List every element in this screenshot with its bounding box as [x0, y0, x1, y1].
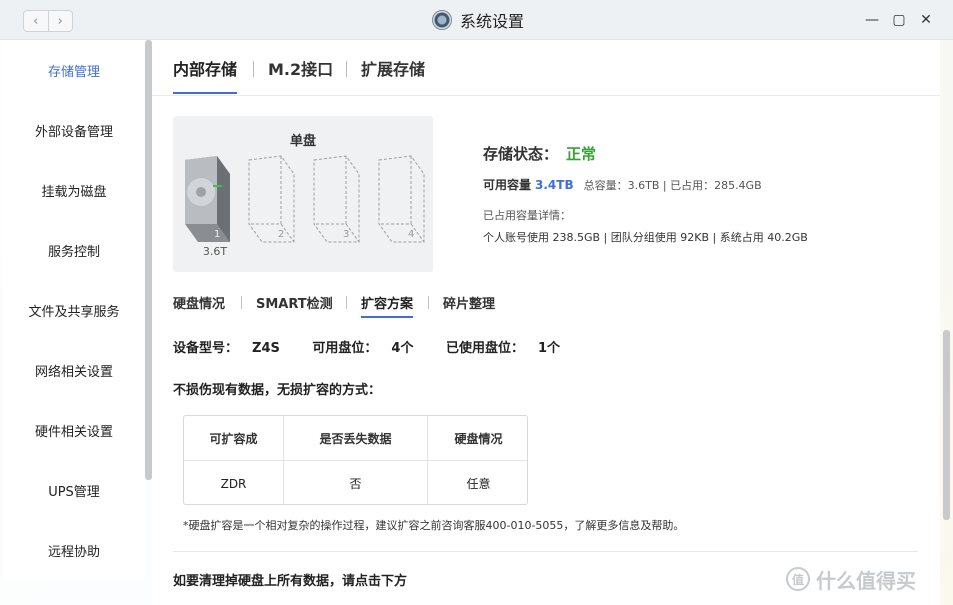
minimize-icon: — — [865, 12, 879, 28]
disk-overview-card: 单盘 1 2 3 4 3.6T — [173, 116, 433, 272]
window-title: 系统设置 — [460, 12, 525, 31]
close-button[interactable]: ✕ — [917, 11, 935, 29]
system-settings-icon — [432, 10, 452, 30]
tab-internal-storage[interactable]: 内部存储 — [173, 58, 237, 82]
section-divider — [173, 551, 918, 552]
sidebar-item-label: UPS管理 — [48, 484, 100, 500]
main-scrollbar[interactable] — [943, 330, 950, 520]
tab-expansion-storage[interactable]: 扩展存储 — [361, 58, 425, 82]
subtab-separator — [428, 296, 429, 309]
device-model: 设备型号： Z4S — [173, 341, 294, 356]
back-button[interactable]: ‹ — [24, 11, 48, 31]
used-slots: 已使用盘位： 1个 — [446, 341, 574, 356]
sidebar-item-label: 远程协助 — [47, 544, 100, 560]
tab-divider — [152, 95, 940, 96]
disk-size-label: 3.6T — [202, 245, 228, 258]
subtab-separator — [241, 296, 242, 309]
tab-separator — [346, 61, 347, 77]
sidebar-item-service-control[interactable]: 服务控制 — [3, 220, 145, 280]
subtab-disk-status[interactable]: 硬盘情况 — [173, 293, 225, 312]
disk-slot-number: 1 — [214, 229, 220, 240]
active-subtab-indicator — [361, 316, 413, 318]
sidebar-item-storage[interactable]: 存储管理 — [3, 40, 145, 100]
disk-slot-2: 2 — [248, 155, 295, 243]
subtab-separator — [346, 296, 347, 309]
table-header-cell: 硬盘情况 — [454, 431, 503, 446]
device-info-row: 设备型号： Z4S 可用盘位： 4个 已使用盘位： 1个 — [173, 337, 588, 356]
watermark: 值 什么值得买 — [786, 565, 916, 593]
sidebar-item-hardware[interactable]: 硬件相关设置 — [3, 400, 145, 460]
minimize-button[interactable]: — — [863, 11, 881, 29]
navigation-group: ‹ › — [23, 10, 73, 32]
device-model-value: Z4S — [252, 341, 280, 356]
main-panel: 内部存储 M.2接口 扩展存储 单盘 1 2 3 4 3.6T 存储状态： 正常… — [152, 40, 940, 605]
title-bar: ‹ › 系统设置 — ▢ ✕ — [0, 0, 953, 40]
used-capacity-detail: 个人账号使用 238.5GB | 团队分组使用 92KB | 系统占用 40.2… — [483, 231, 808, 244]
capacity-detail: 总容量：3.6TB | 已占用：285.4GB — [583, 179, 762, 192]
subtab-smart-check[interactable]: SMART检测 — [256, 293, 333, 312]
sidebar-item-label: 外部设备管理 — [34, 124, 113, 140]
storage-status: 存储状态： 正常 — [483, 143, 596, 164]
sidebar-item-label: 硬件相关设置 — [34, 424, 113, 440]
sidebar-item-external-devices[interactable]: 外部设备管理 — [3, 100, 145, 160]
available-slots: 可用盘位： 4个 — [312, 341, 427, 356]
tab-separator — [253, 61, 254, 77]
chevron-right-icon: › — [57, 13, 63, 29]
watermark-logo: 值 — [786, 567, 810, 591]
chevron-left-icon: ‹ — [33, 13, 39, 29]
sidebar-item-file-sharing[interactable]: 文件及共享服务 — [3, 280, 145, 340]
table-cell: 否 — [349, 477, 362, 491]
maximize-button[interactable]: ▢ — [890, 11, 908, 29]
used-slots-value: 1个 — [538, 341, 561, 356]
subtab-expansion-plan[interactable]: 扩容方案 — [361, 293, 413, 312]
expansion-table: 可扩容成 是否丢失数据 硬盘情况 ZDR 否 任意 — [183, 415, 528, 505]
device-model-label: 设备型号： — [173, 341, 239, 356]
storage-status-value: 正常 — [566, 145, 597, 163]
available-capacity-label: 可用容量 — [483, 178, 532, 192]
sidebar-scrollbar[interactable] — [145, 40, 152, 480]
disk-slot-number: 4 — [408, 229, 414, 240]
window-title-group: 系统设置 — [432, 9, 524, 31]
table-header-cell: 是否丢失数据 — [319, 431, 392, 446]
sidebar-item-label: 网络相关设置 — [34, 364, 113, 380]
sidebar-item-label: 服务控制 — [47, 244, 100, 260]
sidebar-item-mount-disk[interactable]: 挂载为磁盘 — [3, 160, 145, 220]
disk-slot-1: 1 — [185, 156, 230, 242]
watermark-text: 什么值得买 — [816, 568, 916, 593]
available-slots-label: 可用盘位： — [312, 341, 378, 356]
close-icon: ✕ — [920, 12, 932, 28]
sidebar-item-label: 挂载为磁盘 — [41, 184, 107, 200]
disk-slot-number: 2 — [278, 229, 284, 240]
storage-status-label: 存储状态： — [483, 145, 559, 163]
expansion-note: *硬盘扩容是一个相对复杂的操作过程，建议扩容之前咨询客服400-010-5055… — [183, 519, 685, 532]
table-cell: 任意 — [466, 477, 491, 491]
table-cell: ZDR — [220, 476, 247, 491]
available-slots-value: 4个 — [391, 341, 414, 356]
sidebar-item-ups[interactable]: UPS管理 — [3, 460, 145, 520]
active-tab-indicator — [173, 92, 237, 94]
disk-slot-3: 3 — [313, 155, 360, 243]
disk-slot-number: 3 — [343, 229, 349, 240]
disk-led — [213, 185, 222, 187]
clear-disk-instruction: 如要清理掉硬盘上所有数据，请点击下方 — [173, 574, 408, 589]
available-capacity-value: 3.4TB — [535, 178, 574, 192]
subtab-defragment[interactable]: 碎片整理 — [443, 293, 495, 312]
sidebar-item-label: 存储管理 — [47, 64, 100, 80]
used-capacity-title: 已占用容量详情： — [483, 209, 571, 222]
forward-button[interactable]: › — [47, 11, 73, 31]
disk-slot-4: 4 — [378, 155, 425, 243]
sidebar: 存储管理 外部设备管理 挂载为磁盘 服务控制 文件及共享服务 网络相关设置 硬件… — [0, 40, 152, 605]
maximize-icon: ▢ — [892, 12, 906, 28]
expansion-description: 不损伤现有数据，无损扩容的方式： — [173, 383, 382, 398]
table-header-cell: 可扩容成 — [209, 431, 258, 446]
tab-m2-interface[interactable]: M.2接口 — [268, 58, 333, 82]
sidebar-item-remote-assistance[interactable]: 远程协助 — [3, 520, 145, 580]
capacity-row: 可用容量 3.4TB 总容量：3.6TB | 已占用：285.4GB — [483, 176, 762, 193]
sidebar-item-label: 文件及共享服务 — [28, 304, 120, 320]
sidebar-item-network[interactable]: 网络相关设置 — [3, 340, 145, 400]
used-slots-label: 已使用盘位： — [445, 341, 524, 356]
